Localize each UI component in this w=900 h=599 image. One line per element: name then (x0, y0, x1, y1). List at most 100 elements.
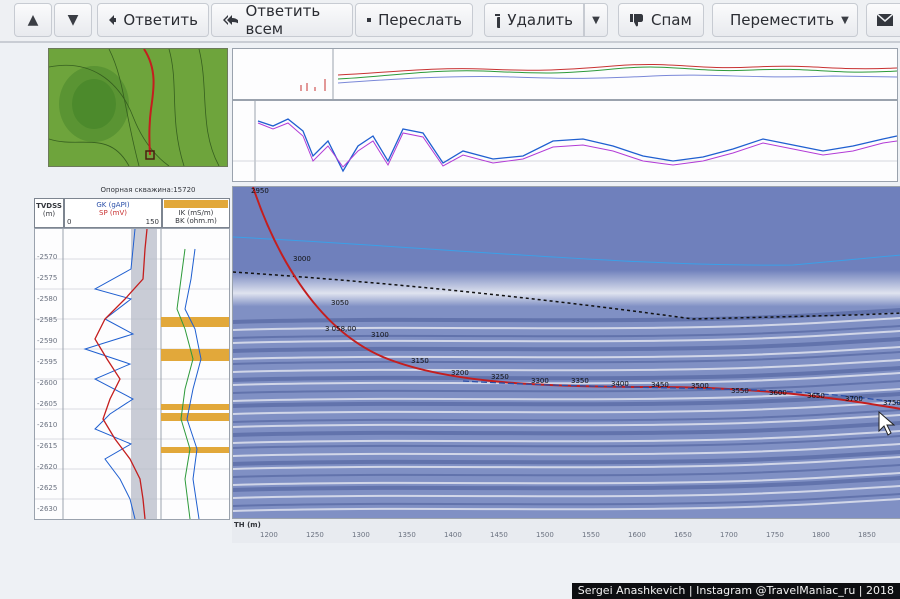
track1-scale-right: 150 (145, 218, 159, 226)
bottom-tick-label: 1550 (582, 531, 600, 539)
reply-all-label: Ответить всем (245, 2, 321, 38)
spam-label: Спам (651, 11, 692, 29)
forward-button[interactable]: Переслать (355, 3, 473, 37)
map-y-axis (28, 50, 46, 162)
bottom-tick-label: 1300 (352, 531, 370, 539)
track2-color-bar (164, 200, 228, 208)
map-contours (49, 49, 227, 166)
depth-tick-label: -2575 (37, 274, 58, 282)
bottom-tick-label: 1700 (720, 531, 738, 539)
reference-well-label: Опорная скважина:15720 (100, 186, 196, 194)
md-label: 3100 (371, 331, 389, 339)
section-bottom-axis: TH (m) 1200 1250 1300 1350 1400 1450 1500 1550 1… (232, 518, 900, 543)
depth-tick-label: -2580 (37, 295, 58, 303)
md-label: 3600 (769, 389, 787, 397)
md-label: 3750 (883, 399, 900, 407)
watermark: Sergei Anashkevich | Instagram @TravelMa… (571, 583, 900, 599)
md-label: 3550 (731, 387, 749, 395)
envelope-icon (877, 14, 893, 26)
top-log-panel[interactable] (232, 48, 898, 100)
md-label: 3150 (411, 357, 429, 365)
track2-header: IK (mS/m) BK (ohm.m) (162, 198, 230, 228)
md-label: 3000 (293, 255, 311, 263)
track1-curve2-label: SP (mV) (99, 209, 127, 217)
md-label: 3050 (331, 299, 349, 307)
md-label: 3 058,00 (325, 325, 357, 333)
depth-tick-label: -2620 (37, 463, 58, 471)
next-message-button[interactable]: ▼ (54, 3, 92, 37)
md-label: 2950 (251, 187, 269, 195)
md-label: 3500 (691, 382, 709, 390)
bottom-tick-label: 1400 (444, 531, 462, 539)
map-view[interactable] (48, 48, 228, 167)
mouse-cursor-icon (878, 411, 896, 436)
cross-section-view[interactable]: 2950 3000 3050 3 058,00 3100 3150 3200 3250 3300… (232, 186, 900, 520)
md-label: 3350 (571, 377, 589, 385)
bottom-tick-label: 1200 (260, 531, 278, 539)
delete-dropdown-button[interactable]: ▼ (584, 3, 608, 37)
depth-tick-label: -2590 (37, 337, 58, 345)
depth-tick-label: -2615 (37, 442, 58, 450)
reply-button[interactable]: Ответить (97, 3, 209, 37)
track1-scale-left: 0 (67, 218, 72, 226)
md-label: 3450 (651, 381, 669, 389)
trash-icon (495, 12, 501, 28)
mail-toolbar: ▲ ▼ Ответить Ответить всем Переслать Уда… (0, 0, 900, 42)
screen: ▲ ▼ Ответить Ответить всем Переслать Уда… (0, 0, 900, 599)
depth-tick-label: -2570 (37, 253, 58, 261)
middle-log-curves (233, 101, 897, 181)
depth-tick-label: -2610 (37, 421, 58, 429)
depth-tick-label: -2585 (37, 316, 58, 324)
depth-unit-label: (m) (42, 210, 56, 218)
forward-label: Переслать (378, 11, 462, 29)
track1-curve1-label: GK (gAPI) (96, 201, 130, 209)
move-dropdown-icon: ▼ (841, 14, 849, 26)
axis-unit-label: TH (m) (234, 521, 261, 529)
md-label: 3200 (451, 369, 469, 377)
bottom-tick-label: 1500 (536, 531, 554, 539)
track2-curve2-label: BK (ohm.m) (175, 217, 217, 225)
bottom-tick-label: 1600 (628, 531, 646, 539)
thumbs-down-icon (630, 14, 643, 27)
more-button[interactable]: Е (866, 3, 900, 37)
depth-tick-label: -2625 (37, 484, 58, 492)
move-label: Переместить (730, 11, 835, 29)
arrow-down-icon: ▼ (67, 12, 79, 28)
bottom-tick-label: 1350 (398, 531, 416, 539)
arrow-up-icon: ▲ (27, 12, 39, 28)
bottom-tick-label: 1850 (858, 531, 876, 539)
middle-log-panel[interactable] (232, 100, 898, 182)
move-button[interactable]: Переместить ▼ (712, 3, 858, 37)
delete-button[interactable]: Удалить (484, 3, 584, 37)
track2-curve1-label: IK (mS/m) (178, 209, 214, 217)
bottom-tick-label: 1750 (766, 531, 784, 539)
reply-all-button[interactable]: Ответить всем (211, 2, 353, 38)
reply-all-icon (223, 15, 239, 25)
delete-label: Удалить (507, 11, 573, 29)
bottom-tick-label: 1800 (812, 531, 830, 539)
well-log-tracks[interactable]: -2570 -2575 -2580 -2585 -2590 -2595 -2600 -2605… (34, 228, 230, 520)
md-label: 3400 (611, 380, 629, 388)
md-label: 3650 (807, 392, 825, 400)
md-label: 3300 (531, 377, 549, 385)
depth-header-label: TVDSS (36, 202, 62, 210)
reply-icon (109, 15, 117, 25)
track1-header: GK (gAPI) SP (mV) 0 150 (64, 198, 162, 228)
toolbar-divider (0, 41, 900, 43)
top-log-curves (300, 49, 897, 99)
bottom-tick-label: 1250 (306, 531, 324, 539)
chevron-down-icon: ▼ (592, 14, 600, 26)
md-label: 3250 (491, 373, 509, 381)
depth-header: TVDSS (m) (34, 198, 64, 228)
md-label: 3700 (845, 395, 863, 403)
reply-label: Ответить (123, 11, 198, 29)
depth-tick-label: -2605 (37, 400, 58, 408)
previous-message-button[interactable]: ▲ (14, 3, 52, 37)
cross-section-canvas (233, 187, 900, 519)
bottom-tick-label: 1450 (490, 531, 508, 539)
forward-icon (367, 18, 372, 22)
well-log-curves (35, 229, 229, 519)
depth-tick-label: -2595 (37, 358, 58, 366)
spam-button[interactable]: Спам (618, 3, 704, 37)
bottom-tick-label: 1650 (674, 531, 692, 539)
